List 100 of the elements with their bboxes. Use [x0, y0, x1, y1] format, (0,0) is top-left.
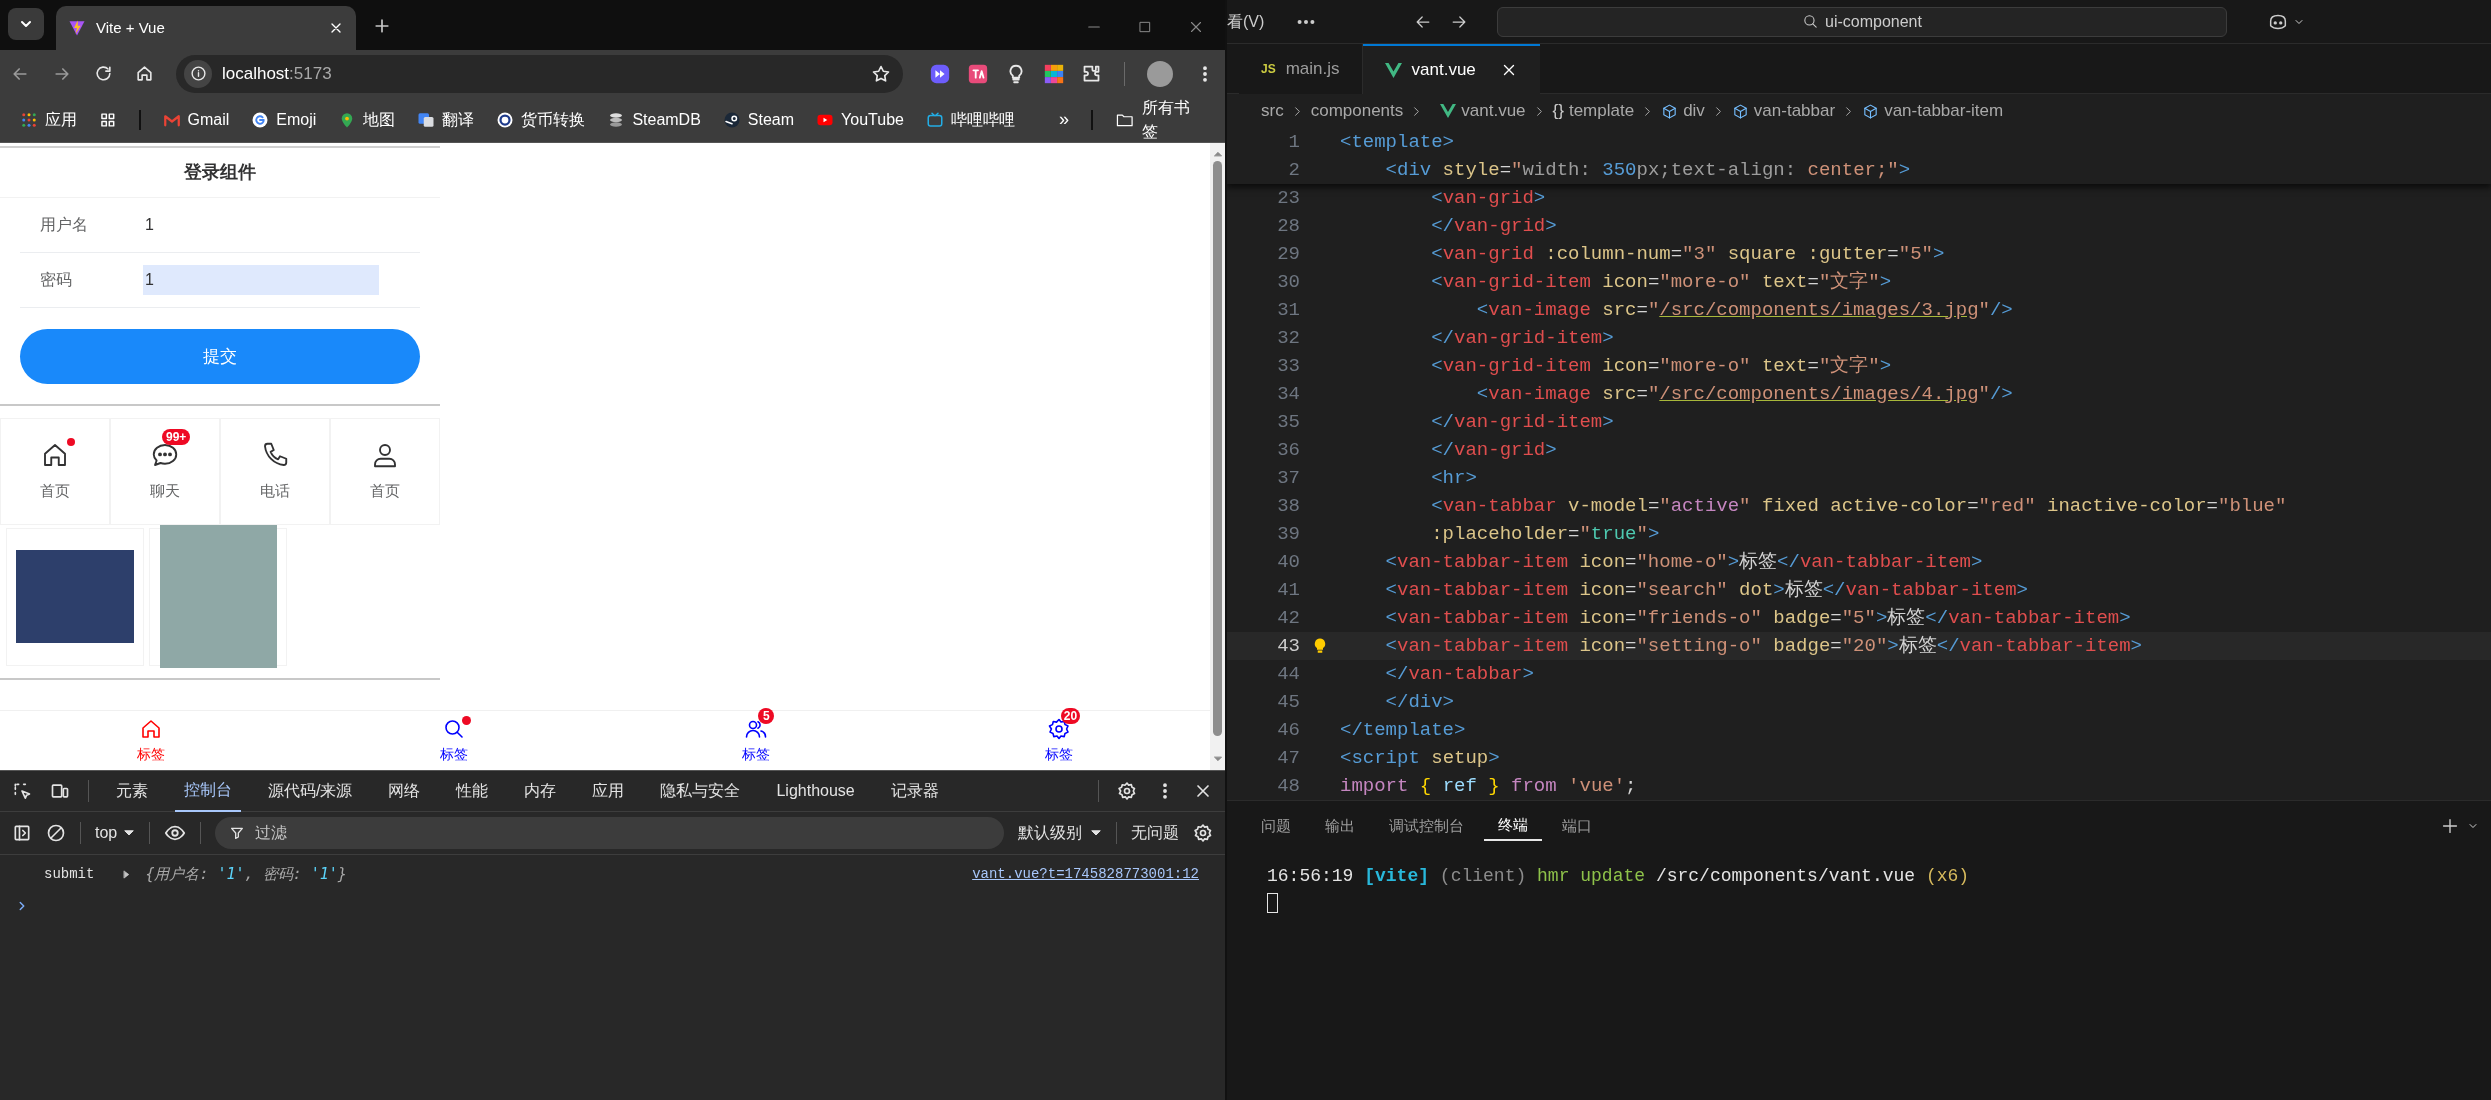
search-icon [1802, 13, 1819, 30]
settings-icon[interactable] [1117, 781, 1137, 801]
devtools-tab[interactable]: 隐私与安全 [651, 770, 750, 812]
bookmark[interactable]: 翻译 [417, 107, 475, 132]
breadcrumb-item[interactable]: {} template [1552, 98, 1635, 124]
devtools-tab[interactable]: 元素 [107, 770, 157, 812]
bookmark[interactable]: Steam [722, 107, 795, 132]
bookmark[interactable]: 地图 [338, 107, 396, 132]
code-line: <van-image src="/src/components/images/4.jpg"/> [1475, 381, 2013, 407]
home-icon[interactable] [135, 64, 154, 83]
bookmark[interactable]: 应用 [20, 107, 77, 132]
reload-icon[interactable] [94, 64, 113, 83]
breadcrumb-item[interactable]: vant.vue [1430, 98, 1526, 124]
browser-tab[interactable]: Vite + Vue [56, 6, 356, 50]
all-bookmarks-button[interactable]: 所有书签 [1114, 95, 1205, 144]
bookmark[interactable]: SteamDB [607, 107, 701, 132]
count-badge: 20 [1060, 707, 1081, 724]
code-line: </van-grid> [1430, 213, 1557, 239]
devtools-tab[interactable]: 源代码/来源 [259, 770, 362, 812]
bookmark[interactable]: Gmail [162, 107, 230, 132]
editor-tab[interactable]: vant.vue [1362, 44, 1540, 94]
devtools-tab[interactable]: 控制台 [175, 770, 241, 812]
context-dropdown[interactable]: top [95, 821, 136, 845]
devtools-tab[interactable]: 网络 [379, 770, 430, 812]
code-line: <van-tabbar-item icon="search" dot>标签</van-tabbar-item> [1384, 577, 2028, 603]
device-icon[interactable] [50, 781, 70, 801]
grid-item-label: 电话 [260, 481, 290, 502]
source-link[interactable]: vant.vue?t=1745828773001:12 [972, 863, 1199, 885]
line-number: 37 [1276, 465, 1300, 491]
panel-tab[interactable]: 调试控制台 [1375, 811, 1478, 841]
breadcrumb-item[interactable]: div [1661, 98, 1705, 124]
line-number: 44 [1276, 661, 1300, 687]
puzzle-icon[interactable] [1081, 63, 1102, 84]
log-object[interactable]: {用户名: '1', 密码: '1'} [145, 862, 347, 886]
grid-item[interactable]: 电话 [220, 418, 330, 525]
editor-tab[interactable]: JS main.js [1239, 44, 1363, 94]
menu-item[interactable]: 看(V) [1227, 9, 1287, 34]
address-bar[interactable]: localhost:5173 [176, 54, 903, 93]
line-number: 1 [1287, 129, 1300, 155]
devtools-tab[interactable]: 应用 [583, 770, 634, 812]
line-number: 31 [1276, 297, 1300, 323]
level-dropdown[interactable]: 默认级别 [1018, 821, 1102, 845]
grid-item[interactable]: 首页 [0, 418, 110, 525]
settings-icon[interactable] [1193, 823, 1213, 843]
avatar[interactable] [1147, 60, 1173, 87]
tabbar-item[interactable]: 标签 [0, 711, 303, 770]
filter-field[interactable]: 过滤 [215, 817, 1004, 849]
play-extension-icon[interactable] [929, 62, 951, 85]
panel-tab[interactable]: 问题 [1247, 811, 1305, 841]
form-title: 登录组件 [0, 148, 440, 198]
more-bookmarks-button[interactable]: » [1058, 106, 1069, 133]
star-icon[interactable] [871, 63, 891, 84]
grid-item-label: 聊天 [150, 481, 180, 502]
line-number: 28 [1276, 213, 1300, 239]
devtools-tab[interactable]: Lighthouse [767, 770, 864, 812]
line-number: 29 [1276, 241, 1300, 267]
tabbar-item[interactable]: 标签 [302, 711, 605, 770]
grid-item[interactable]: 首页 [330, 418, 440, 525]
input-field[interactable]: 1 [143, 265, 379, 295]
grid-item[interactable]: 99+ 聊天 [110, 418, 220, 525]
tab-search-button[interactable] [8, 8, 44, 40]
breadcrumb-item[interactable]: components [1310, 98, 1404, 124]
breadcrumb-item[interactable]: van-tabbar [1731, 98, 1836, 124]
scrollbar-thumb[interactable] [1213, 161, 1222, 736]
info-icon[interactable] [189, 65, 207, 82]
devtools-tab[interactable]: 内存 [515, 770, 566, 812]
terminal-cursor [1267, 893, 1278, 913]
expand-triangle-icon[interactable] [122, 869, 132, 879]
panel-tab[interactable]: 输出 [1311, 811, 1369, 841]
code-line: <script setup> [1340, 745, 1500, 771]
color-grid-extension-icon[interactable] [1043, 62, 1065, 85]
field-label: 密码 [39, 270, 73, 290]
clear-icon[interactable] [46, 823, 66, 843]
count-badge: 5 [758, 707, 775, 724]
panel-tab[interactable]: 终端 [1484, 811, 1542, 841]
translate-extension-icon[interactable] [967, 62, 989, 85]
bookmark[interactable]: Emoji [251, 107, 317, 132]
panel-tab[interactable]: 端口 [1548, 811, 1606, 841]
bookmark[interactable]: 哔哩哔哩 [925, 107, 1015, 132]
sidebar-icon[interactable] [12, 823, 32, 843]
log-message: submit [44, 864, 95, 884]
submit-button[interactable]: 提交 [20, 329, 420, 384]
line-number: 43 [1276, 633, 1300, 659]
bookmark[interactable]: YouTube [816, 107, 904, 132]
issues-count[interactable]: 无问题 [1131, 821, 1179, 845]
field-label: 用户名 [39, 215, 89, 235]
command-search-field[interactable]: ui-component [1497, 6, 2227, 37]
bookmark[interactable]: 货币转换 [496, 107, 586, 132]
breadcrumb-item[interactable]: van-tabbar-item [1862, 98, 2004, 124]
code-line: </van-grid> [1430, 437, 1557, 463]
inspect-icon[interactable] [12, 781, 32, 801]
code-line: :placeholder="true"> [1430, 521, 1660, 547]
maximize-icon[interactable] [1137, 19, 1153, 35]
devtools-tab[interactable]: 记录器 [881, 770, 948, 812]
count-badge: 99+ [162, 429, 191, 446]
scroll-down-icon[interactable] [1212, 754, 1223, 764]
devtools-tab[interactable]: 性能 [447, 770, 498, 812]
grid-icon[interactable] [99, 110, 117, 129]
scroll-up-icon[interactable] [1212, 149, 1223, 159]
breadcrumb-item[interactable]: src [1261, 98, 1284, 124]
